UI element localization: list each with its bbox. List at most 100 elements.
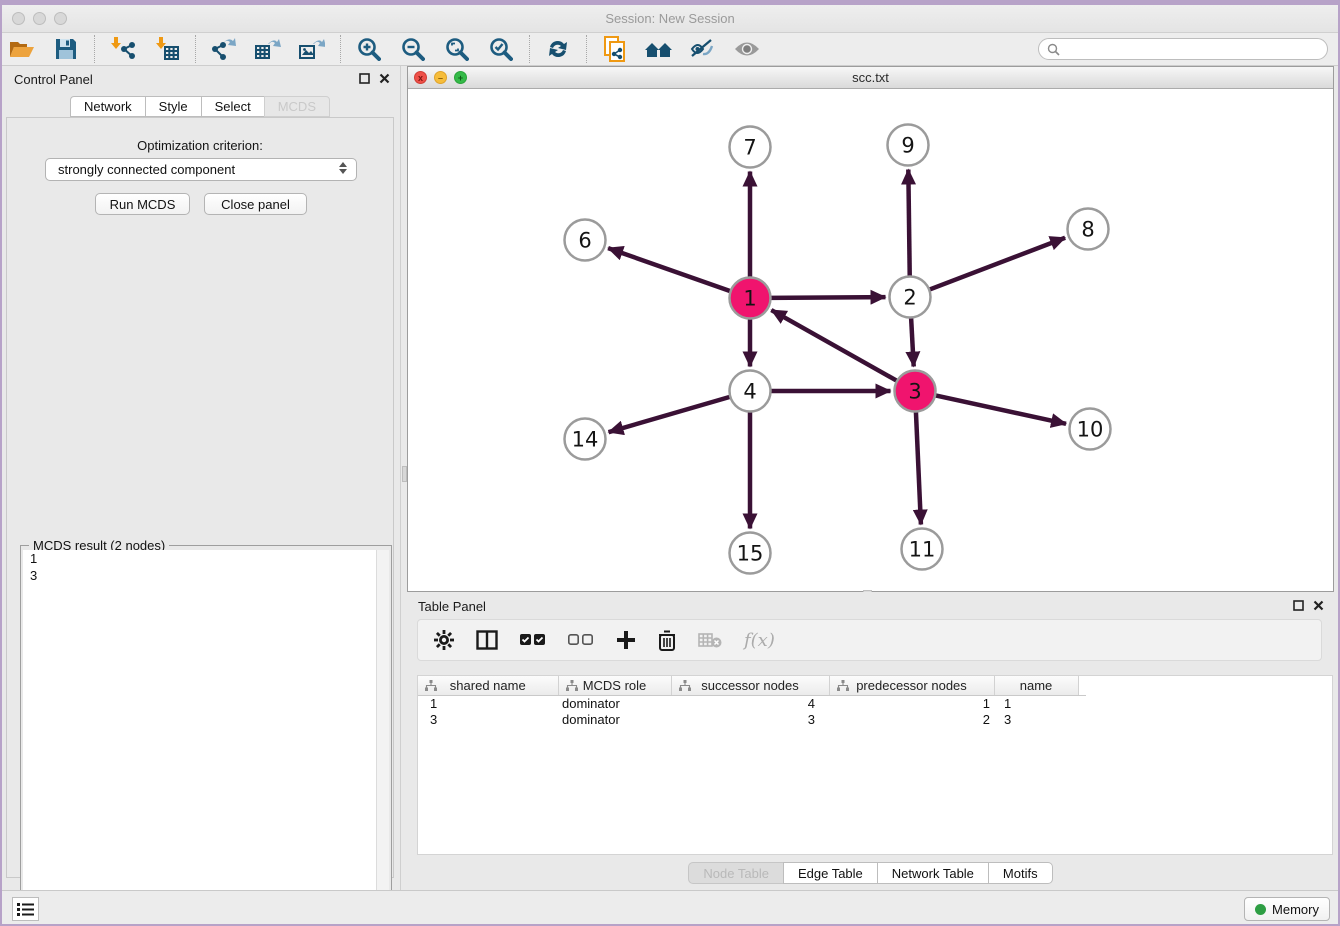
graph-edge-2-8[interactable]: [929, 238, 1065, 290]
cell-successor-nodes[interactable]: 3: [671, 711, 829, 727]
tab-edge-table[interactable]: Edge Table: [783, 862, 877, 884]
float-panel-icon[interactable]: [359, 73, 370, 84]
optimization-criterion-select[interactable]: strongly connected component: [45, 158, 357, 181]
zoom-selected-icon: [489, 37, 513, 61]
result-scrollbar[interactable]: [376, 550, 389, 924]
cell-predecessor-nodes[interactable]: 1: [829, 695, 994, 711]
close-panel-button[interactable]: Close panel: [204, 193, 307, 215]
zoom-fit-button[interactable]: [435, 34, 479, 64]
mcds-result-list[interactable]: 13: [23, 550, 389, 924]
main-titlebar: Session: New Session: [0, 0, 1340, 33]
add-column-icon[interactable]: [616, 630, 636, 650]
hide-glasses-button[interactable]: [681, 34, 725, 64]
column-header-predecessor-nodes[interactable]: predecessor nodes: [829, 676, 994, 695]
task-history-button[interactable]: [12, 897, 39, 921]
import-table-button[interactable]: [145, 34, 189, 64]
network-canvas[interactable]: 7 9 6 8 1 2 4 3 14 10 15 11: [408, 89, 1333, 591]
import-network-button[interactable]: [101, 34, 145, 64]
network-window-titlebar[interactable]: x – + scc.txt: [408, 67, 1333, 89]
memory-button[interactable]: Memory: [1244, 897, 1330, 921]
export-image-button[interactable]: [290, 34, 334, 64]
cell-name[interactable]: 3: [994, 711, 1078, 727]
graph-node-11[interactable]: 11: [902, 529, 943, 570]
column-header-shared-name[interactable]: shared name: [418, 676, 558, 695]
export-table-button[interactable]: [246, 34, 290, 64]
zoom-selected-button[interactable]: [479, 34, 523, 64]
cell-MCDS-role[interactable]: dominator: [558, 711, 671, 727]
node-label: 10: [1077, 418, 1104, 442]
float-table-panel-icon[interactable]: [1293, 600, 1304, 611]
graph-node-9[interactable]: 9: [888, 125, 929, 166]
graph-node-15[interactable]: 15: [730, 533, 771, 574]
tab-node-table[interactable]: Node Table: [688, 862, 783, 884]
node-table-grid: shared name MCDS role successor nodes pr…: [418, 676, 1086, 727]
export-network-button[interactable]: [202, 34, 246, 64]
graph-edge-3-10[interactable]: [935, 395, 1066, 423]
graph-node-4[interactable]: 4: [730, 371, 771, 412]
graph-node-14[interactable]: 14: [565, 419, 606, 460]
toolbar-separator: [195, 35, 196, 63]
save-session-button[interactable]: [44, 34, 88, 64]
column-type-icon: [425, 680, 437, 691]
tab-style[interactable]: Style: [145, 96, 201, 117]
cell-successor-nodes[interactable]: 4: [671, 695, 829, 711]
table-panel: Table Panel: [407, 592, 1334, 890]
network-overview-button[interactable]: [637, 34, 681, 64]
cell-MCDS-role[interactable]: dominator: [558, 695, 671, 711]
zoom-out-button[interactable]: [391, 34, 435, 64]
search-field[interactable]: [1038, 38, 1328, 60]
zoom-in-button[interactable]: [347, 34, 391, 64]
cell-shared-name[interactable]: 3: [418, 711, 558, 727]
tab-network-table[interactable]: Network Table: [877, 862, 988, 884]
mcds-result-line: 1: [23, 550, 389, 567]
node-label: 2: [903, 286, 916, 310]
tab-select[interactable]: Select: [201, 96, 264, 117]
column-header-name[interactable]: name: [994, 676, 1078, 695]
table-row[interactable]: 1dominator411: [418, 695, 1086, 711]
zoom-fit-icon: [445, 37, 469, 61]
settings-gear-icon[interactable]: [434, 630, 454, 650]
graph-edge-2-3[interactable]: [911, 317, 914, 366]
tab-network[interactable]: Network: [70, 96, 145, 117]
tab-motifs[interactable]: Motifs: [988, 862, 1053, 884]
graph-node-3[interactable]: 3: [895, 371, 936, 412]
search-input[interactable]: [1065, 42, 1327, 56]
graph-edge-3-11[interactable]: [916, 411, 921, 524]
graph-node-8[interactable]: 8: [1068, 209, 1109, 250]
list-icon: [17, 902, 34, 917]
select-all-columns-icon[interactable]: [520, 633, 546, 647]
table-toolbar: f(x): [417, 619, 1322, 661]
tab-mcds[interactable]: MCDS: [264, 96, 330, 117]
open-file-button[interactable]: [0, 34, 44, 64]
column-header-MCDS-role[interactable]: MCDS role: [558, 676, 671, 695]
graph-edge-1-2[interactable]: [770, 297, 885, 298]
close-table-panel-icon[interactable]: [1313, 600, 1324, 611]
toolbar-separator: [340, 35, 341, 63]
graph-node-10[interactable]: 10: [1070, 409, 1111, 450]
show-eye-icon: [733, 39, 761, 59]
vertical-splitter[interactable]: [400, 66, 407, 890]
graph-node-6[interactable]: 6: [565, 220, 606, 261]
cell-name[interactable]: 1: [994, 695, 1078, 711]
graph-edge-3-1[interactable]: [771, 310, 897, 381]
graph-edge-2-9[interactable]: [908, 169, 909, 276]
run-mcds-button[interactable]: Run MCDS: [95, 193, 190, 215]
zoom-in-icon: [357, 37, 381, 61]
table-row[interactable]: 3dominator323: [418, 711, 1086, 727]
delete-column-icon[interactable]: [658, 630, 676, 651]
apply-layout-button[interactable]: [536, 34, 580, 64]
node-label: 1: [743, 287, 756, 311]
unselect-all-columns-icon[interactable]: [568, 633, 594, 647]
graph-node-1[interactable]: 1: [730, 278, 771, 319]
graph-edge-1-6[interactable]: [608, 248, 731, 291]
show-eye-button[interactable]: [725, 34, 769, 64]
column-header-successor-nodes[interactable]: successor nodes: [671, 676, 829, 695]
graph-edge-4-14[interactable]: [609, 397, 731, 432]
cell-predecessor-nodes[interactable]: 2: [829, 711, 994, 727]
cell-shared-name[interactable]: 1: [418, 695, 558, 711]
close-panel-icon[interactable]: [379, 73, 390, 84]
split-panel-icon[interactable]: [476, 630, 498, 650]
graph-node-7[interactable]: 7: [730, 127, 771, 168]
clone-network-button[interactable]: [593, 34, 637, 64]
graph-node-2[interactable]: 2: [890, 277, 931, 318]
